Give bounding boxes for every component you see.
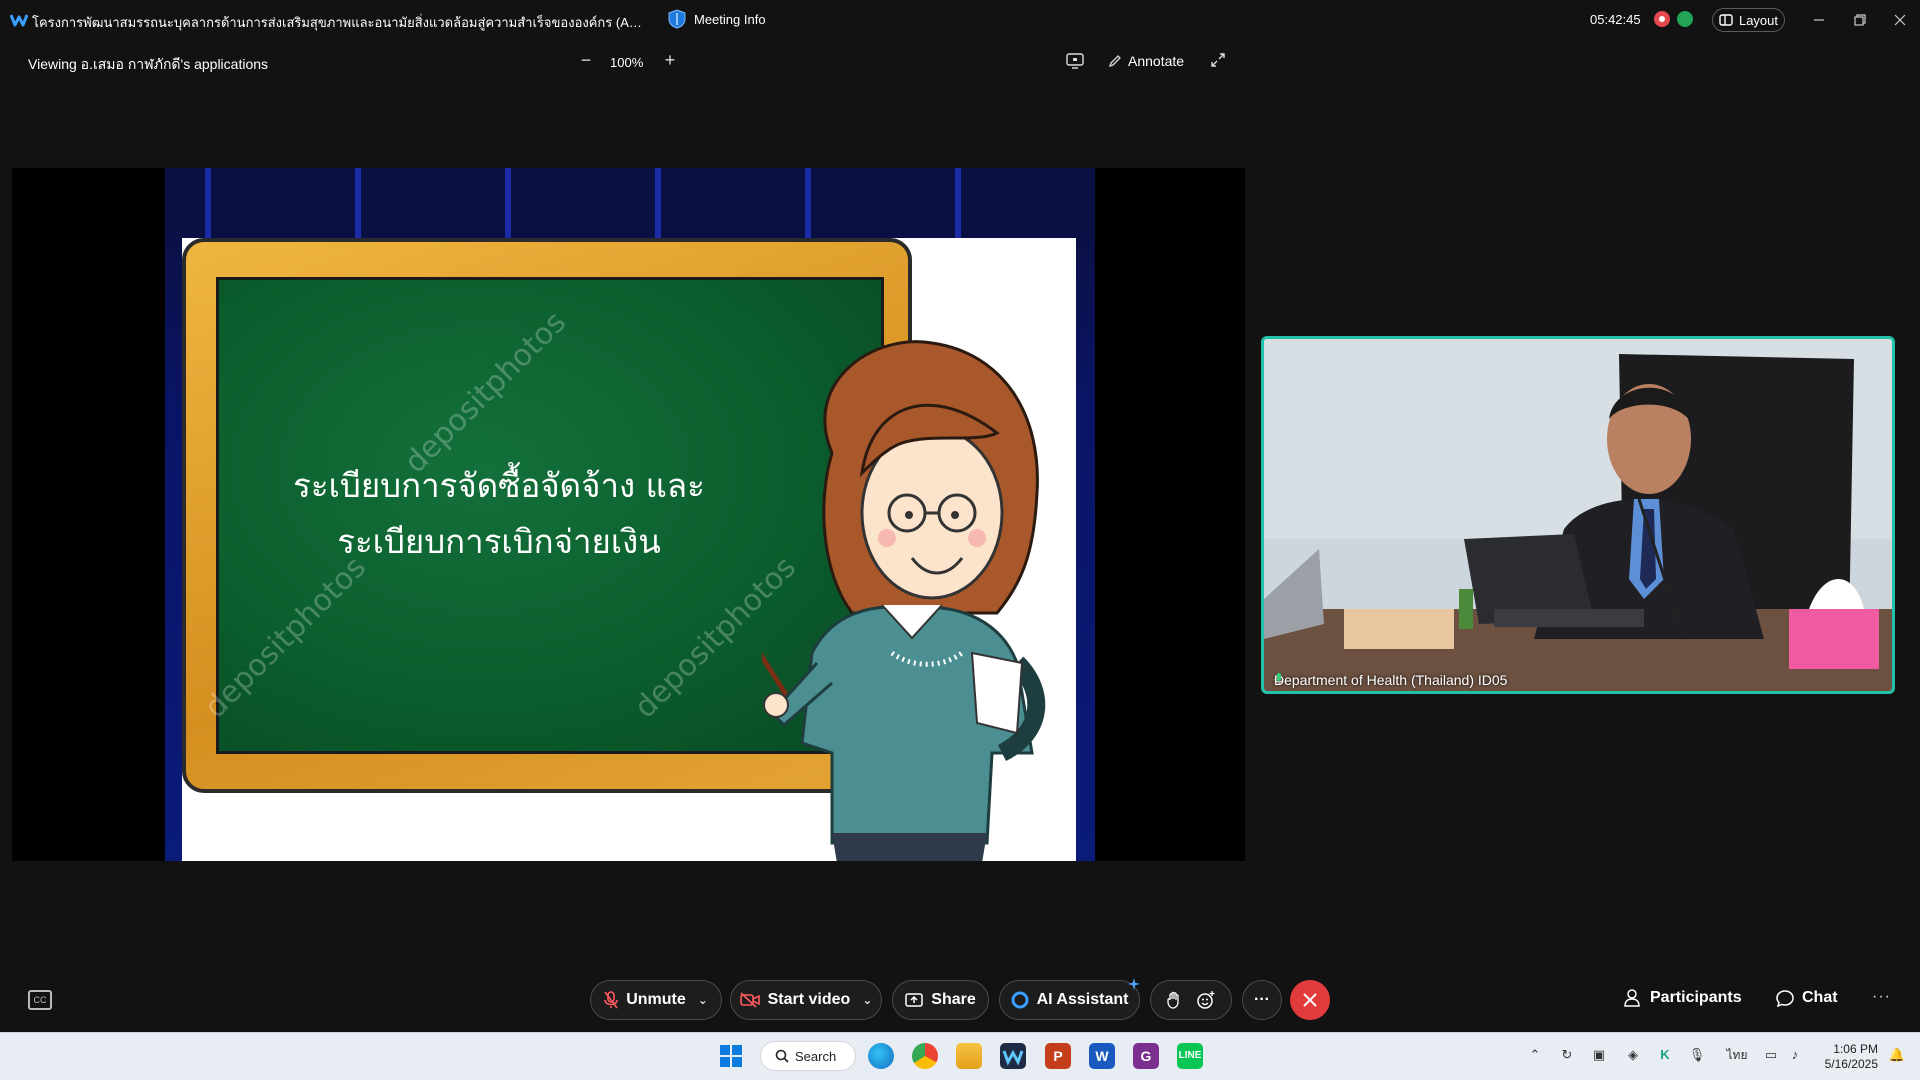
network-icon[interactable]: ▭: [1762, 1046, 1780, 1064]
layout-icon: [1719, 14, 1733, 26]
windows-start-icon[interactable]: [718, 1043, 744, 1069]
ai-indicator-icon[interactable]: [1677, 11, 1693, 27]
restore-icon[interactable]: [1848, 8, 1872, 32]
participant-video-tile[interactable]: Department of Health (Thailand) ID05: [1261, 336, 1895, 694]
ai-assistant-button[interactable]: AI Assistant: [999, 980, 1140, 1020]
taskbar-time: 1:06 PM: [1833, 1042, 1878, 1056]
pdf-app-icon[interactable]: G: [1133, 1043, 1159, 1069]
sync-icon[interactable]: ↻: [1558, 1046, 1576, 1064]
sparkle-icon: [1128, 978, 1140, 990]
annotate-button[interactable]: Annotate: [1108, 53, 1184, 69]
zoom-in-button[interactable]: +: [660, 50, 680, 70]
unmute-label: Unmute: [626, 991, 686, 1008]
layout-button[interactable]: Layout: [1712, 8, 1785, 32]
ai-assistant-icon: [1011, 991, 1029, 1009]
fullscreen-icon[interactable]: [1210, 52, 1226, 68]
raise-hand-icon[interactable]: [1166, 991, 1182, 1009]
more-options-label: ···: [1254, 991, 1270, 1008]
unmute-button[interactable]: Unmute ⌄: [590, 980, 722, 1020]
closed-captions-icon[interactable]: CC: [28, 990, 52, 1010]
security-icon[interactable]: ◈: [1624, 1046, 1642, 1064]
file-explorer-icon[interactable]: [956, 1043, 982, 1069]
annotate-label: Annotate: [1128, 53, 1185, 69]
taskbar-date: 5/16/2025: [1824, 1057, 1878, 1071]
chevron-up-icon[interactable]: ⌃: [1526, 1046, 1544, 1064]
meeting-info-label: Meeting Info: [694, 11, 766, 27]
word-icon[interactable]: W: [1089, 1043, 1115, 1069]
watermark: depositphotos: [397, 304, 574, 481]
participant-name: Department of Health (Thailand) ID05: [1274, 672, 1508, 688]
meeting-title: โครงการพัฒนาสมรรถนะบุคลากรด้านการส่งเสริ…: [32, 15, 647, 30]
title-bar: โครงการพัฒนาสมรรถนะบุคลากรด้านการส่งเสริ…: [0, 0, 1920, 40]
participant-name-label: Department of Health (Thailand) ID05: [1274, 672, 1507, 688]
close-icon[interactable]: [1888, 8, 1912, 32]
minimize-icon[interactable]: [1807, 8, 1831, 32]
edge-browser-icon[interactable]: [868, 1043, 894, 1069]
volume-icon[interactable]: ♪: [1786, 1046, 1804, 1064]
muted-microphone-icon: [604, 991, 618, 1009]
more-options-button[interactable]: ···: [1242, 980, 1282, 1020]
mic-muted-tray-icon[interactable]: 🎙: [1688, 1046, 1706, 1064]
chrome-browser-icon[interactable]: [912, 1043, 938, 1069]
zoom-out-button[interactable]: −: [576, 50, 596, 70]
layout-label: Layout: [1738, 12, 1779, 28]
participant-video: [1264, 339, 1892, 691]
webex-app-icon[interactable]: [1000, 1043, 1026, 1069]
powerpoint-icon[interactable]: P: [1045, 1043, 1071, 1069]
microphone-icon: [1274, 673, 1284, 685]
slide-title-line-2: ระเบียบการเบิกจ่ายเงิน: [337, 522, 661, 561]
shield-icon: [668, 9, 686, 29]
zoom-level: 100%: [610, 55, 644, 70]
chevron-down-icon[interactable]: ⌄: [698, 993, 708, 1007]
notification-bell-icon[interactable]: 🔔: [1888, 1046, 1906, 1064]
participants-icon: [1624, 989, 1640, 1007]
taskbar-clock[interactable]: 1:06 PM 5/16/2025: [1818, 1042, 1878, 1072]
taskbar-search-label: Search: [795, 1048, 837, 1064]
start-video-button[interactable]: Start video ⌄: [730, 980, 882, 1020]
teacher-illustration: [762, 340, 1046, 861]
leave-meeting-button[interactable]: [1290, 980, 1330, 1020]
k-app-icon[interactable]: K: [1656, 1046, 1674, 1064]
emoji-reaction-icon[interactable]: [1196, 990, 1216, 1010]
meeting-info-button[interactable]: Meeting Info: [668, 9, 766, 29]
ai-assistant-label: AI Assistant: [1036, 991, 1129, 1008]
share-screen-icon: [905, 993, 924, 1007]
input-language[interactable]: ไทย: [1724, 1046, 1750, 1064]
slide-title: ระเบียบการจัดซื้อจัดจ้าง และ ระเบียบการเ…: [219, 458, 779, 570]
viewing-label: Viewing อ.เสมอ กาฬภักดี's applications: [28, 56, 269, 72]
share-label: Share: [931, 991, 976, 1008]
close-icon: [1303, 993, 1317, 1007]
video-off-icon: [739, 992, 760, 1008]
reactions-group[interactable]: [1150, 980, 1232, 1020]
chat-icon: [1776, 990, 1794, 1007]
line-app-icon[interactable]: LINE: [1177, 1043, 1203, 1069]
watermark: depositphotos: [197, 549, 374, 726]
recording-indicator-icon[interactable]: [1654, 11, 1670, 27]
search-icon: [775, 1049, 789, 1063]
meeting-timer: 05:42:45: [1590, 12, 1641, 27]
more-menu-icon[interactable]: ···: [1872, 988, 1891, 1006]
chat-button[interactable]: Chat: [1776, 989, 1838, 1007]
chevron-down-icon[interactable]: ⌄: [862, 993, 872, 1007]
participants-button[interactable]: Participants: [1624, 989, 1742, 1007]
slide-title-line-1: ระเบียบการจัดซื้อจัดจ้าง และ: [293, 466, 705, 505]
webex-logo-icon: [10, 14, 28, 27]
remote-control-icon[interactable]: [1066, 53, 1084, 69]
participants-label: Participants: [1650, 989, 1742, 1006]
chat-label: Chat: [1802, 989, 1838, 1006]
start-video-label: Start video: [767, 991, 851, 1008]
shared-screen[interactable]: ระเบียบการจัดซื้อจัดจ้าง และ ระเบียบการเ…: [12, 168, 1245, 861]
share-button[interactable]: Share: [892, 980, 989, 1020]
presentation-slide: ระเบียบการจัดซื้อจัดจ้าง และ ระเบียบการเ…: [182, 238, 1076, 861]
taskbar-search[interactable]: Search: [760, 1041, 856, 1071]
tray-app-icon[interactable]: ▣: [1590, 1046, 1608, 1064]
pen-icon: [1108, 55, 1121, 68]
